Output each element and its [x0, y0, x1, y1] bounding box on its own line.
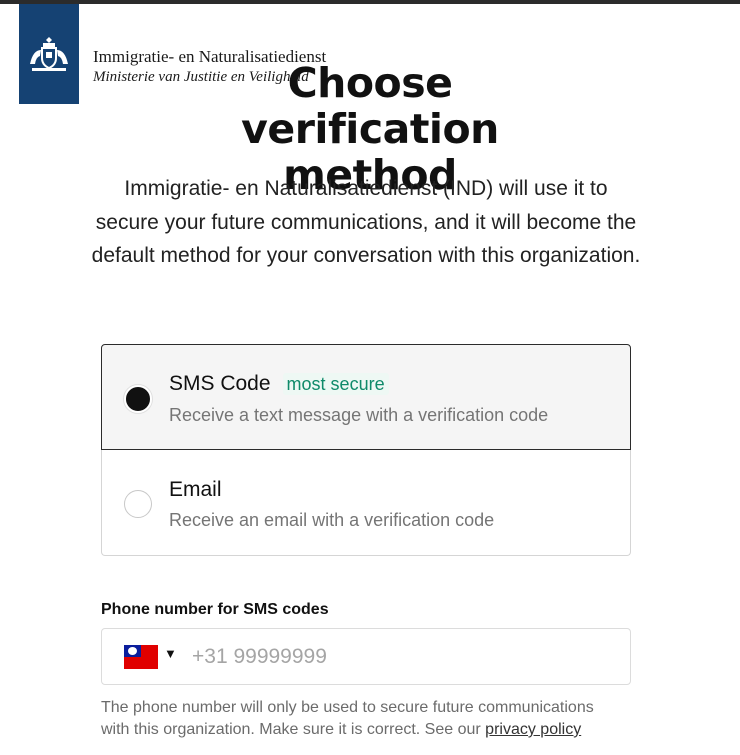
- phone-number-input[interactable]: [192, 642, 612, 672]
- sms-option-title: SMS Code: [169, 372, 271, 395]
- verification-method-options: SMS Code most secure Receive a text messa…: [101, 344, 631, 556]
- phone-number-field: ▼: [101, 628, 631, 685]
- most-secure-badge: most secure: [282, 373, 389, 395]
- phone-number-label: Phone number for SMS codes: [101, 601, 329, 618]
- flag-canton: [124, 645, 141, 657]
- flag-sun: [128, 647, 137, 655]
- sms-radio-button[interactable]: [124, 385, 152, 413]
- option-sms-code[interactable]: SMS Code most secure Receive a text messa…: [101, 344, 631, 450]
- option-email[interactable]: Email Receive an email with a verificati…: [101, 450, 631, 556]
- phone-help-text: The phone number will only be used to se…: [101, 697, 621, 741]
- intro-text: Immigratie- en Naturalisatiedienst (IND)…: [91, 177, 641, 267]
- email-option-description: Receive an email with a verification cod…: [169, 510, 495, 530]
- email-option-title: Email: [169, 478, 222, 501]
- email-radio-button[interactable]: [124, 490, 152, 518]
- privacy-policy-link[interactable]: privacy policy: [485, 721, 581, 738]
- top-bar: [0, 0, 740, 4]
- chevron-down-icon[interactable]: ▼: [164, 646, 177, 661]
- sms-option-description: Receive a text message with a verificati…: [169, 405, 549, 425]
- taiwan-flag-icon[interactable]: [124, 645, 158, 669]
- sms-option-title-row: SMS Code most secure: [169, 372, 389, 396]
